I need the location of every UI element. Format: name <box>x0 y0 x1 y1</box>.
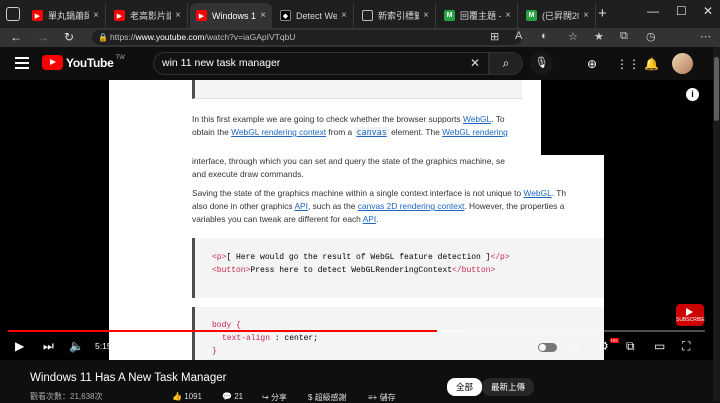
view-count: 觀看次數：21,638次 <box>30 392 103 401</box>
thumbs-up-icon: 👍 <box>172 392 182 401</box>
close-icon[interactable]: × <box>93 10 99 21</box>
volume-icon[interactable]: 🔈 <box>69 339 84 353</box>
browser-tab-1[interactable]: ▶ 單丸鍋蕭師不 × <box>26 3 106 28</box>
browser-tab-6[interactable]: M 回覆主題 - M × <box>438 3 518 28</box>
youtube-header: YouTube TW win 11 new task manager ✕ ⌕ 🎙… <box>0 47 720 80</box>
next-video-icon[interactable]: ⏭ <box>43 339 54 354</box>
player-controls: ▶ ⏭ 🔈 5:15 / 8:34 ⎚ ⚙ HD ⧉ ▭ ⛶ <box>0 326 713 360</box>
save-button[interactable]: ≡+ 儲存 <box>368 392 396 403</box>
extension-icon[interactable]: ◐ <box>541 30 548 42</box>
back-arrow-icon[interactable]: ← <box>10 30 22 44</box>
lock-icon: 🔒 <box>98 33 108 42</box>
comments-button[interactable]: 💬 21 <box>222 392 243 401</box>
time-display: 5:15 / 8:34 <box>95 341 136 351</box>
doc-text-line: obtain the WebGL rendering context from … <box>192 127 508 137</box>
share-button[interactable]: ↪ 分享 <box>262 392 287 403</box>
video-frame-document-top: In this first example we are going to ch… <box>109 80 541 162</box>
browser-tab-7[interactable]: M (已昇闊2022) × <box>520 3 596 28</box>
progress-bar[interactable] <box>8 330 705 332</box>
autoplay-toggle[interactable] <box>538 343 557 352</box>
browser-tab-5[interactable]: 新索引標籤 × <box>356 3 436 28</box>
url-field[interactable]: 🔒 https://www.youtube.com/watch?v=iaGApIV… <box>92 30 522 45</box>
forward-arrow-icon[interactable]: → <box>37 30 49 44</box>
theater-mode-icon[interactable]: ▭ <box>654 339 665 353</box>
browser-tab-4[interactable]: ◆ Detect WebGL × <box>274 3 354 28</box>
comment-icon: 💬 <box>222 392 232 401</box>
close-icon[interactable]: × <box>505 10 511 21</box>
miniplayer-icon[interactable]: ⧉ <box>626 339 635 354</box>
forum-icon: M <box>526 10 537 21</box>
doc-text-line: In this first example we are going to ch… <box>192 114 505 124</box>
avatar[interactable] <box>672 53 693 74</box>
reload-icon[interactable]: ↻ <box>64 30 74 44</box>
read-aloud-icon[interactable]: A <box>515 30 522 42</box>
history-icon[interactable]: ◷ <box>646 30 656 43</box>
doc-text-line: and execute draw commands. <box>192 169 304 179</box>
search-button[interactable]: ⌕ <box>489 52 523 75</box>
favorite-star-icon[interactable]: ☆ <box>568 30 578 43</box>
hd-badge: HD <box>610 338 619 343</box>
doc-text-line: also done in other graphics API, such as… <box>192 201 565 211</box>
more-menu-icon[interactable]: ⋯ <box>700 30 711 43</box>
favorites-icon[interactable]: ★ <box>594 30 604 43</box>
hamburger-menu-icon[interactable] <box>15 57 29 72</box>
create-video-icon[interactable]: ⊕ <box>587 57 597 71</box>
scrollbar-thumb[interactable] <box>714 57 719 121</box>
play-icon[interactable]: ▶ <box>15 339 24 353</box>
close-icon[interactable]: × <box>423 10 429 21</box>
notifications-bell-icon[interactable]: 🔔 <box>644 57 659 71</box>
close-window-button[interactable]: ✕ <box>703 4 713 18</box>
maximize-button[interactable]: ☐ <box>676 4 687 18</box>
close-icon[interactable]: × <box>583 10 589 21</box>
fullscreen-icon[interactable]: ⛶ <box>682 339 690 354</box>
subscribe-watermark[interactable]: SUBSCRIBE <box>676 304 705 326</box>
subtitles-icon[interactable]: ⎚ <box>570 339 580 354</box>
page-scrollbar[interactable] <box>713 47 720 401</box>
thanks-button[interactable]: $ 超級感謝 <box>308 392 347 403</box>
video-title: Windows 11 Has A New Task Manager <box>30 372 227 384</box>
address-bar-row: ← → ↻ 🔒 https://www.youtube.com/watch?v=i… <box>0 28 720 74</box>
info-icon[interactable]: i <box>686 88 699 101</box>
settings-gear-icon[interactable]: ⚙ <box>598 339 609 353</box>
browser-tab-2[interactable]: ▶ 老高影片講談 × <box>108 3 188 28</box>
close-icon[interactable]: × <box>175 10 181 21</box>
clear-search-icon[interactable]: ✕ <box>470 53 480 74</box>
chip-all[interactable]: 全部 <box>447 378 483 396</box>
youtube-play-icon <box>42 55 63 70</box>
search-input[interactable]: win 11 new task manager ✕ <box>153 52 489 75</box>
code-block-html: <p>[ Here would go the result of WebGL f… <box>192 238 604 298</box>
played-bar <box>8 330 437 332</box>
window-menu-icon[interactable] <box>6 7 20 21</box>
browser-tab-3-active[interactable]: ▶ Windows 11 I × <box>190 3 272 28</box>
collections-icon[interactable]: ⧉ <box>620 30 628 43</box>
video-player[interactable]: In this first example we are going to ch… <box>0 80 713 360</box>
like-button[interactable]: 👍 1091 <box>172 392 202 401</box>
chip-latest[interactable]: 最新上傳 <box>482 378 535 396</box>
browser-tab-bar: ▶ 單丸鍋蕭師不 × ▶ 老高影片講談 × ▶ Windows 11 I × ◆… <box>0 0 720 28</box>
voice-search-icon[interactable]: 🎙 <box>530 52 553 75</box>
youtube-icon: ▶ <box>196 10 207 21</box>
close-icon[interactable]: × <box>260 10 266 21</box>
youtube-icon: ▶ <box>32 10 43 21</box>
minimize-button[interactable]: — <box>647 4 659 18</box>
app-available-icon[interactable]: ⊞ <box>490 30 499 43</box>
doc-text-line: interface, through which you can set and… <box>192 156 505 166</box>
apps-grid-icon[interactable]: ⋮⋮ <box>616 57 640 71</box>
forum-icon: M <box>444 10 455 21</box>
youtube-icon: ▶ <box>114 10 125 21</box>
doc-text-line: variables you can tweak are different fo… <box>192 214 379 224</box>
close-icon[interactable]: × <box>341 10 347 21</box>
youtube-logo[interactable]: YouTube TW <box>42 55 125 70</box>
code-box-fragment <box>192 80 522 99</box>
new-tab-button[interactable]: + <box>598 6 607 21</box>
search-icon: ⌕ <box>502 56 510 70</box>
newtab-icon <box>362 10 373 21</box>
doc-text-line: Saving the state of the graphics machine… <box>192 188 567 198</box>
mdn-icon: ◆ <box>280 10 291 21</box>
